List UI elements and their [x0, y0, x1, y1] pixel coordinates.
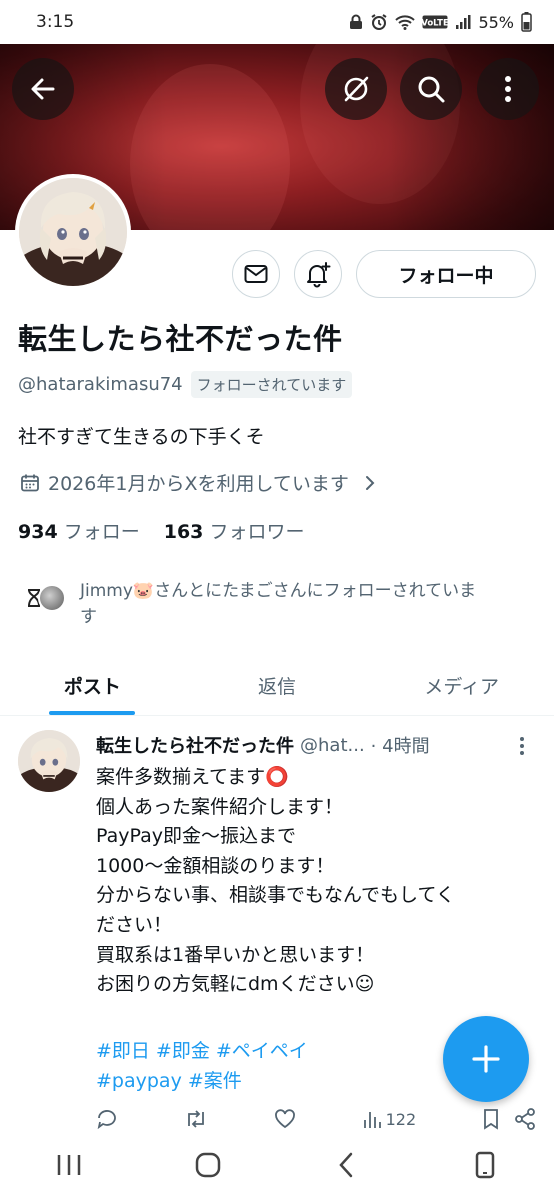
- followed-by-line: す: [80, 607, 97, 627]
- signal-icon: [456, 15, 471, 29]
- mail-icon: [244, 265, 268, 283]
- followed-by-text: Jimmy🐷さんとにたまごさんにフォローされていま す: [80, 578, 476, 630]
- post-line: 個人あった案件紹介します！: [96, 795, 344, 818]
- repost-icon: [187, 1110, 204, 1128]
- tab-media[interactable]: メディア: [369, 655, 554, 715]
- follow-stats: 934 フォロー 163 フォロワー: [18, 517, 304, 544]
- notify-button[interactable]: [294, 250, 342, 298]
- followed-by-row[interactable]: Jimmy🐷さんとにたまごさんにフォローされていま す: [20, 578, 540, 630]
- plus-icon: [472, 1045, 500, 1073]
- wifi-icon: [395, 15, 416, 30]
- heart-icon: [274, 1109, 295, 1129]
- phone-icon: [475, 1151, 494, 1179]
- home-icon: [195, 1152, 220, 1178]
- status-icons: VoLTE 55%: [349, 12, 532, 32]
- screen-rotate-button[interactable]: [455, 1140, 515, 1190]
- tab-posts[interactable]: ポスト: [0, 655, 185, 715]
- post-line: 買取系は1番早いかと思います！: [96, 943, 375, 966]
- profile-avatar[interactable]: [15, 174, 131, 290]
- status-bar: 3:15 VoLTE 55%: [0, 0, 554, 44]
- volte-icon: VoLTE: [422, 15, 448, 29]
- lock-icon: [350, 14, 363, 29]
- post-avatar[interactable]: [18, 730, 80, 792]
- bookmark-icon[interactable]: [482, 1108, 500, 1130]
- hashtag-link[interactable]: #即金: [156, 1040, 210, 1062]
- post-line: 案件多数揃えてます⭕: [96, 766, 289, 788]
- follows-you-badge: フォローされています: [190, 371, 353, 398]
- post-line: 1000〜金額相談のります！: [96, 854, 335, 877]
- hashtag-link[interactable]: #ペイペイ: [216, 1040, 308, 1062]
- bell-plus-icon: [307, 262, 331, 288]
- calendar-icon: [21, 474, 39, 491]
- following-button[interactable]: フォロー中: [356, 250, 536, 298]
- joined-row[interactable]: 2026年1月からXを利用しています: [20, 469, 377, 496]
- views-button[interactable]: 122: [362, 1108, 417, 1130]
- more-vertical-icon: [505, 76, 511, 102]
- battery-percent: 55%: [478, 12, 514, 32]
- post-line: お困りの方気軽にdmください☺: [96, 973, 375, 996]
- battery-icon: [521, 12, 532, 32]
- hashtag-link[interactable]: #paypay: [96, 1070, 182, 1092]
- post-line: ださい！: [96, 913, 173, 936]
- compose-button[interactable]: [443, 1016, 529, 1102]
- views-icon: [363, 1112, 381, 1128]
- like-button[interactable]: [274, 1108, 296, 1130]
- system-navigation-bar: [0, 1130, 554, 1200]
- followers-stat[interactable]: 163 フォロワー: [164, 517, 305, 544]
- recent-apps-icon: [58, 1155, 81, 1175]
- reply-button[interactable]: [96, 1108, 118, 1130]
- search-icon: [418, 76, 445, 103]
- alarm-icon: [371, 14, 387, 30]
- post-more-button[interactable]: [512, 734, 532, 758]
- search-button[interactable]: [400, 58, 462, 120]
- tab-replies[interactable]: 返信: [185, 655, 370, 715]
- back-nav-button[interactable]: [316, 1140, 376, 1190]
- chevron-right-icon: [365, 475, 375, 490]
- grok-icon: [344, 76, 369, 102]
- back-arrow-icon: [31, 78, 55, 100]
- hashtag-link[interactable]: #案件: [188, 1070, 242, 1092]
- views-count: 122: [385, 1109, 417, 1129]
- recent-apps-button[interactable]: [39, 1140, 99, 1190]
- post-text: 案件多数揃えてます⭕ 個人あった案件紹介します！ PayPay即金〜振込まで 1…: [96, 763, 536, 1000]
- joined-text: 2026年1月からXを利用しています: [48, 473, 349, 495]
- avatar-illustration: [19, 178, 127, 286]
- display-name: 転生したら社不だった件: [18, 322, 343, 356]
- post-header: 転生したら社不だった件 @hat... · 4時間: [96, 732, 526, 758]
- followers-label: フォロワー: [209, 521, 305, 543]
- avatar-illustration: [18, 730, 80, 792]
- post-line: PayPay即金〜振込まで: [96, 825, 296, 848]
- profile-tabs: ポスト 返信 メディア: [0, 655, 554, 716]
- svg-text:VoLTE: VoLTE: [422, 19, 448, 29]
- message-button[interactable]: [232, 250, 280, 298]
- share-icon[interactable]: [514, 1108, 536, 1130]
- handle: @hatarakimasu74: [18, 374, 183, 395]
- hashtag-link[interactable]: #即日: [96, 1040, 150, 1062]
- repost-button[interactable]: [184, 1108, 208, 1130]
- post-hashtags: #即日 #即金 #ペイペイ #paypay #案件: [96, 1036, 436, 1096]
- back-chevron-icon: [339, 1152, 353, 1178]
- grok-button[interactable]: [325, 58, 387, 120]
- post-author-handle[interactable]: @hat...: [300, 735, 365, 756]
- bio: 社不すぎて生きるの下手くそ: [18, 426, 265, 448]
- followed-by-line: Jimmy🐷さんとにたまごさんにフォローされていま: [80, 581, 477, 601]
- following-stat[interactable]: 934 フォロー: [18, 517, 140, 544]
- home-button[interactable]: [178, 1140, 238, 1190]
- followers-count: 163: [163, 521, 204, 543]
- post-actions: 122: [96, 1108, 536, 1130]
- following-label: フォロー: [63, 521, 140, 543]
- post-line: 分からない事、相談事でもなんでもしてく: [96, 884, 455, 907]
- followers-you-know-avatars: [20, 584, 72, 620]
- post-author-name[interactable]: 転生したら社不だった件: [96, 732, 294, 758]
- back-button[interactable]: [12, 58, 74, 120]
- status-time: 3:15: [36, 12, 75, 32]
- handle-row: @hatarakimasu74 フォローされています: [18, 371, 353, 398]
- post-extra-actions: [482, 1108, 536, 1130]
- post-timestamp[interactable]: · 4時間: [371, 732, 430, 758]
- following-count: 934: [18, 521, 58, 543]
- mini-avatar: [38, 584, 66, 612]
- more-button[interactable]: [477, 58, 539, 120]
- reply-icon: [97, 1110, 116, 1130]
